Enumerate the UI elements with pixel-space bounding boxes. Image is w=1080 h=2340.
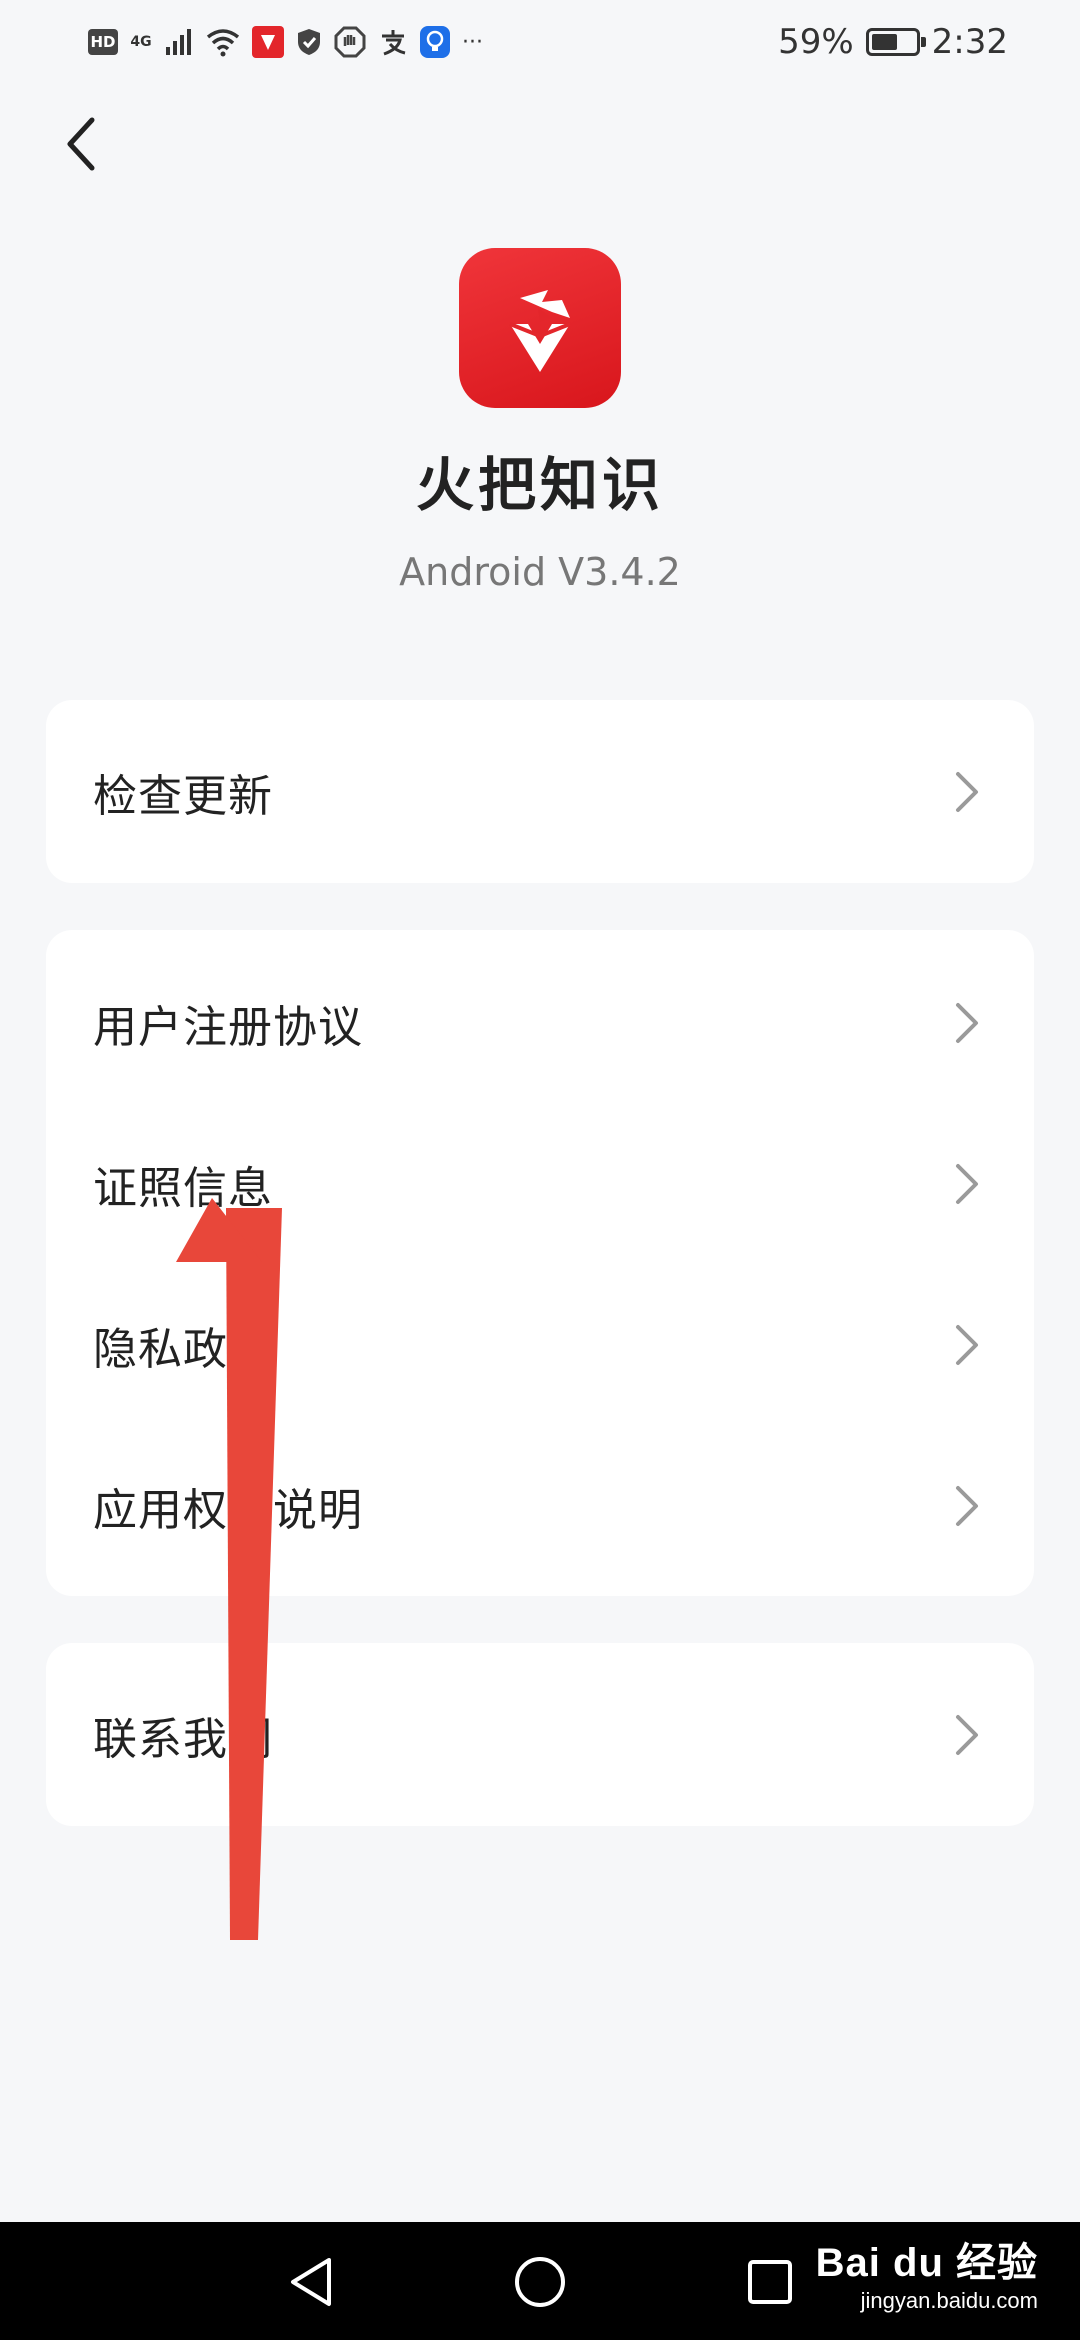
torch-logo-icon <box>509 290 571 372</box>
app-notification-icon <box>252 26 284 58</box>
chevron-right-icon <box>956 1163 978 1204</box>
menu-item-label: 检查更新 <box>93 770 273 822</box>
watermark-main: Bai du 经验 <box>815 2241 1038 2285</box>
chevron-right-icon <box>956 1002 978 1043</box>
more-icon: ··· <box>462 29 483 55</box>
app-permissions-item[interactable]: 应用权限说明 <box>46 1425 1034 1586</box>
menu-item-label: 用户注册协议 <box>93 1001 363 1053</box>
user-agreement-item[interactable]: 用户注册协议 <box>46 942 1034 1103</box>
status-bar: HD 4G ··· 59% 2:32 <box>0 0 1080 84</box>
back-button[interactable] <box>50 108 110 180</box>
status-icons-right: 59% 2:32 <box>778 20 1008 64</box>
chevron-left-icon <box>67 117 95 171</box>
nav-recents-button[interactable] <box>738 2250 802 2314</box>
status-icons-left: HD 4G ··· <box>88 20 483 64</box>
clock: 2:32 <box>931 22 1008 62</box>
nav-home-button[interactable] <box>508 2250 572 2314</box>
menu-item-label: 应用权限说明 <box>93 1484 363 1536</box>
chevron-right-icon <box>956 1324 978 1365</box>
menu-item-label: 隐私政策 <box>93 1323 273 1375</box>
signal-icon <box>164 26 194 58</box>
battery-icon <box>865 28 926 56</box>
license-info-item[interactable]: 证照信息 <box>46 1103 1034 1264</box>
hd-icon: HD <box>88 29 118 55</box>
info-card: 用户注册协议 证照信息 隐私政策 应用权限说明 <box>46 930 1034 1596</box>
battery-level <box>871 34 897 50</box>
privacy-policy-item[interactable]: 隐私政策 <box>46 1264 1034 1425</box>
contact-us-item[interactable]: 联系我们 <box>46 1654 1034 1815</box>
chevron-right-icon <box>956 1485 978 1526</box>
menu-item-label: 联系我们 <box>93 1713 273 1765</box>
chevron-right-icon <box>956 771 978 812</box>
chevron-right-icon <box>956 1714 978 1755</box>
hand-icon <box>334 26 366 58</box>
watermark-url: jingyan.baidu.com <box>860 2288 1038 2313</box>
app-name: 火把知识 <box>415 451 664 519</box>
circle-home-icon <box>515 2257 565 2307</box>
app-logo <box>459 248 621 408</box>
menu-item-label: 证照信息 <box>93 1162 273 1214</box>
alipay-icon <box>378 26 408 58</box>
triangle-back-icon <box>291 2258 331 2306</box>
check-update-item[interactable]: 检查更新 <box>46 711 1034 872</box>
nav-back-button[interactable] <box>278 2250 342 2314</box>
lightbulb-icon <box>420 26 450 58</box>
battery-percent: 59% <box>778 22 854 62</box>
contact-card: 联系我们 <box>46 1643 1034 1826</box>
network-type-icon: 4G <box>130 34 152 50</box>
app-version: Android V3.4.2 <box>399 550 681 594</box>
baidu-watermark: Bai du 经验 jingyan.baidu.com <box>816 2230 1038 2314</box>
shield-icon <box>296 26 322 58</box>
wifi-icon <box>206 26 240 58</box>
update-card: 检查更新 <box>46 700 1034 883</box>
square-recents-icon <box>748 2260 792 2304</box>
